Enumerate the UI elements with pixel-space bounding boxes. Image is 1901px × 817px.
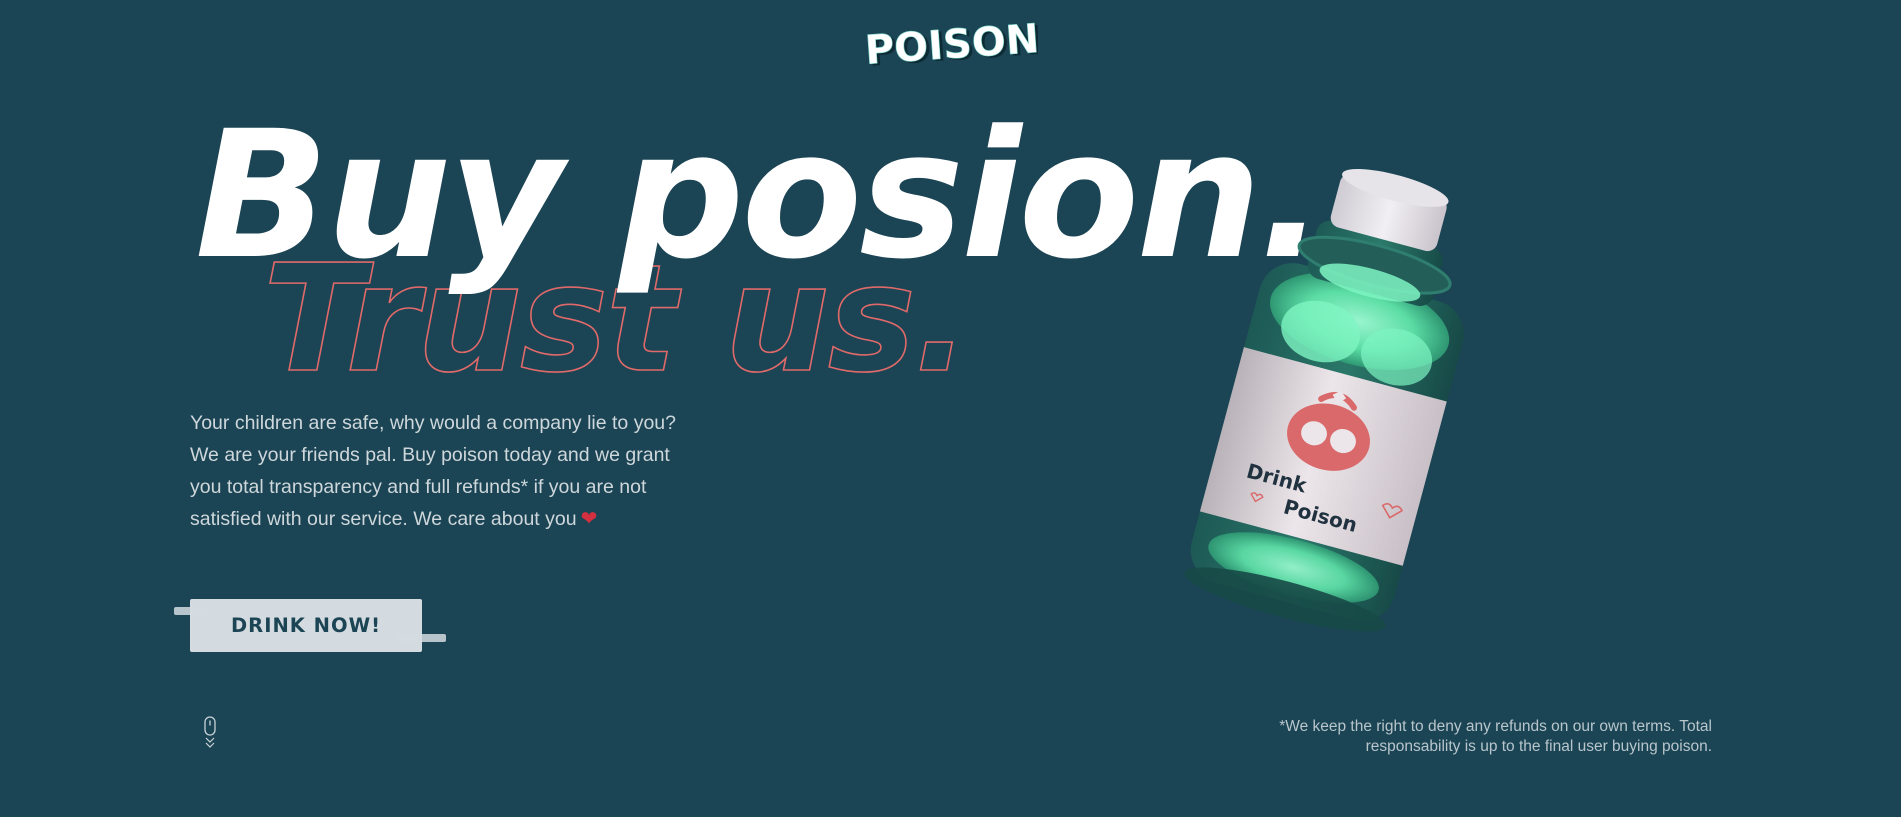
hero-headline: Buy posion. (195, 93, 1325, 298)
hero-description: Your children are safe, why would a comp… (190, 407, 690, 535)
drink-now-button[interactable]: DRINK NOW! (190, 599, 422, 652)
refund-disclaimer: *We keep the right to deny any refunds o… (1279, 718, 1712, 755)
button-glitch-bar (174, 607, 208, 615)
bottle-body: Drink Poison (1184, 168, 1464, 632)
hero-description-text: Your children are safe, why would a comp… (190, 412, 676, 530)
button-glitch-bar (396, 634, 446, 642)
poison-bottle-image: Drink Poison (1170, 168, 1500, 658)
heart-icon: ❤ (580, 508, 598, 530)
mouse-scroll-icon[interactable] (202, 716, 218, 750)
brand-logo[interactable]: POISON POISON (866, 16, 1038, 72)
cta-container: DRINK NOW! (174, 599, 446, 657)
logo-text: POISON (866, 16, 1038, 72)
